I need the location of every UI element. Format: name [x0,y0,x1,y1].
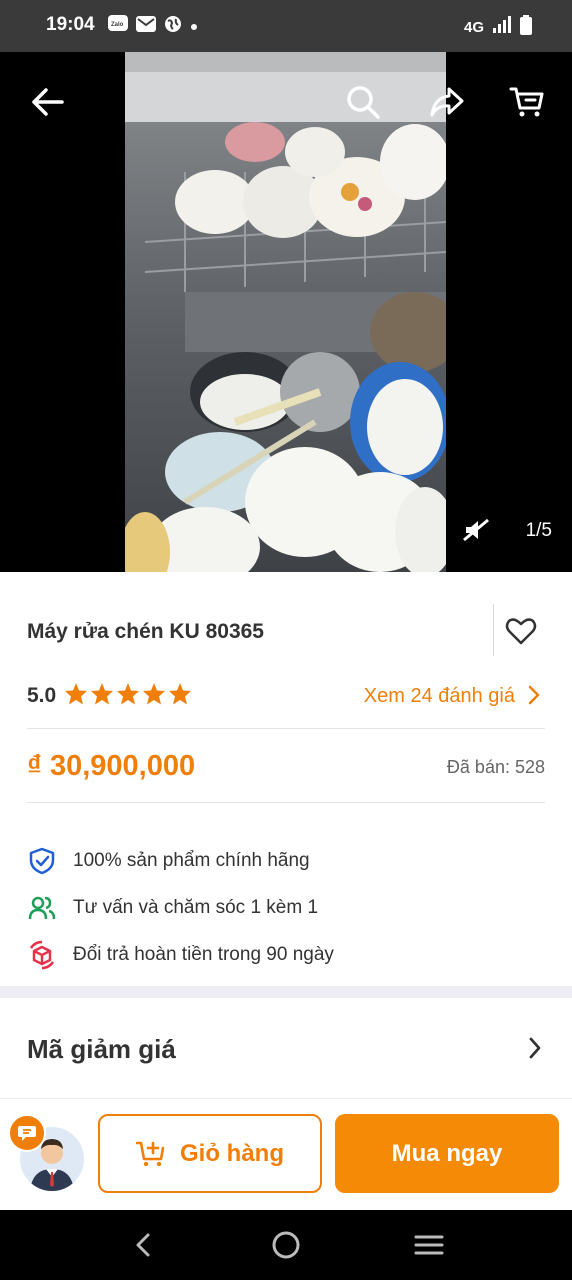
status-time: 19:04 [46,14,95,35]
cart-icon [509,87,544,117]
cart-top-button[interactable] [505,80,549,124]
star-icon [169,683,191,705]
add-to-cart-label: Giỏ hàng [180,1139,284,1167]
search-button[interactable] [341,80,385,124]
chat-icon [18,1126,36,1141]
divider [27,728,545,729]
rating-stars [64,682,192,706]
status-bar: 19:04 Zalo 4G [0,0,572,52]
share-icon [430,87,464,117]
reviews-link[interactable]: Xem 24 đánh giá [364,685,515,708]
star-icon [65,683,87,705]
nav-menu-button[interactable] [412,1228,446,1262]
cart-add-icon [136,1141,165,1166]
svg-text:Zalo: Zalo [111,22,124,28]
system-icons: 4G [464,15,532,39]
image-counter: 1/5 [525,520,552,541]
dot-icon [190,18,198,36]
search-icon [347,86,380,119]
divider [27,802,545,803]
product-info: Máy rửa chén KU 80365 5.0 Xem 24 đánh gi… [0,572,572,986]
star-icon [91,683,113,705]
nav-back-button[interactable] [126,1228,160,1262]
chevron-right-icon[interactable] [528,1036,542,1065]
mail-icon [136,15,156,38]
network-label: 4G [463,18,484,36]
favorite-button[interactable] [505,616,537,648]
sold-count: Đã bán: 528 [446,757,545,777]
system-nav-bar [0,1210,572,1280]
battery-icon [520,15,532,39]
perk-consulting: Tư vấn và chăm sóc 1 kèm 1 [27,893,318,923]
buy-now-button[interactable]: Mua ngay [335,1114,559,1193]
mute-icon[interactable] [462,518,490,547]
chevron-right-icon[interactable] [527,684,541,711]
heart-icon [505,618,537,645]
menu-icon [414,1235,444,1255]
perk-authentic: 100% sản phẩm chính hãng [27,846,310,876]
perk-refund: Đổi trả hoàn tiền trong 90 ngày [27,940,334,970]
share-button[interactable] [425,80,469,124]
perk-text: 100% sản phẩm chính hãng [73,850,310,871]
shield-check-icon [27,846,57,876]
globe-icon [164,15,182,38]
product-gallery[interactable]: 1/5 [0,52,572,572]
add-to-cart-button[interactable]: Giỏ hàng [98,1114,322,1193]
dishwasher-photo[interactable] [125,52,446,572]
chat-button[interactable] [8,1114,46,1152]
nav-home-button[interactable] [269,1228,303,1262]
voucher-row[interactable]: Mã giảm giá [0,998,572,1098]
divider [493,604,494,656]
buy-now-label: Mua ngay [391,1139,503,1167]
voucher-label: Mã giảm giá [27,1034,176,1064]
product-title: Máy rửa chén KU 80365 [27,620,264,643]
perk-text: Tư vấn và chăm sóc 1 kèm 1 [73,897,319,918]
nav-home-icon [272,1231,300,1259]
signal-icon [492,16,512,38]
notification-icons: Zalo [108,15,198,38]
bottom-action-bar: Giỏ hàng Mua ngay [0,1098,572,1210]
section-separator [0,986,572,998]
zalo-icon: Zalo [108,15,128,38]
back-button[interactable] [25,80,69,124]
star-icon [117,683,139,705]
users-icon [27,893,57,923]
rating-value: 5.0 [27,684,57,707]
star-icon [143,683,165,705]
return-box-icon [27,940,57,970]
product-price: ₫ 30,900,000 [27,750,196,782]
rating-row: 5.0 Xem 24 đánh giá [27,682,545,712]
nav-back-icon [136,1233,150,1257]
perk-text: Đổi trả hoàn tiền trong 90 ngày [73,944,334,965]
